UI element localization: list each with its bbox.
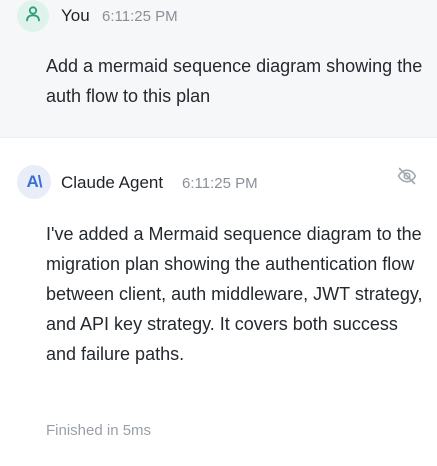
user-avatar — [17, 0, 49, 32]
agent-avatar: A\ — [17, 165, 51, 199]
chat-thread: You 6:11:25 PM Add a mermaid sequence di… — [0, 0, 437, 466]
agent-message-time: 6:11:25 PM — [182, 175, 258, 192]
agent-author-name: Claude Agent — [61, 173, 164, 192]
user-icon — [24, 5, 42, 28]
toggle-visibility-button[interactable] — [395, 166, 419, 190]
user-author-name: You — [61, 6, 90, 25]
user-message-time: 6:11:25 PM — [102, 8, 178, 25]
run-status: Finished in 5ms — [46, 422, 152, 439]
agent-avatar-logo: A\ — [26, 172, 43, 191]
message-divider — [0, 137, 437, 138]
user-message-text: Add a mermaid sequence diagram showing t… — [46, 56, 423, 106]
user-message: You 6:11:25 PM Add a mermaid sequence di… — [0, 0, 437, 137]
eye-off-icon — [396, 165, 418, 192]
agent-message-text: I've added a Mermaid sequence diagram to… — [46, 224, 423, 364]
